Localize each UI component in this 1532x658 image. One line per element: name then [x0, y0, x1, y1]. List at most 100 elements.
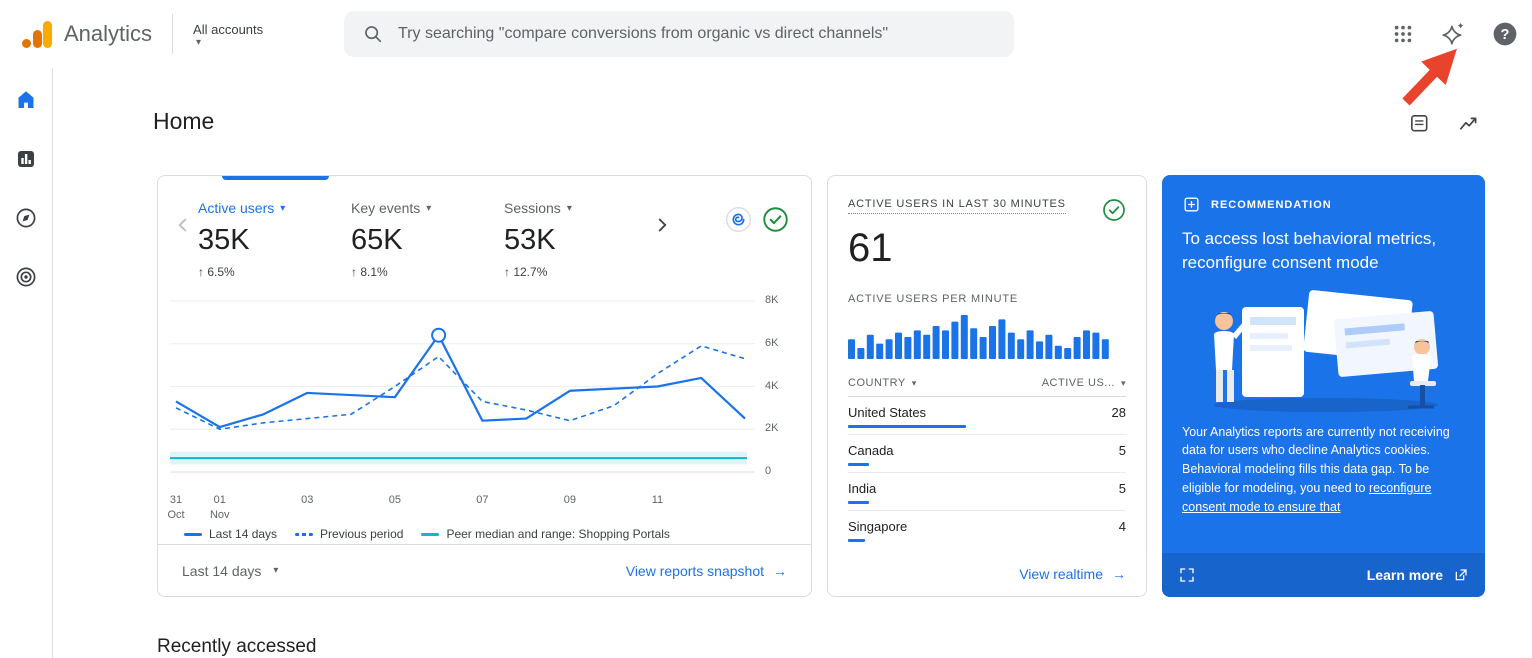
- sparkline-bar: [1064, 348, 1071, 359]
- sparkline-bar: [867, 335, 874, 359]
- legend-item: Previous period: [295, 527, 403, 541]
- country-value: 28: [1112, 405, 1126, 420]
- metric-tab-key-events[interactable]: Key events▾ 65K ↑ 8.1%: [351, 200, 504, 279]
- view-realtime-link[interactable]: View realtime →: [1019, 566, 1126, 582]
- realtime-header: ACTIVE USERS IN LAST 30 MINUTES: [848, 198, 1126, 222]
- help-icon[interactable]: ?: [1492, 21, 1518, 47]
- sparkline-bar: [848, 339, 855, 359]
- metric-tab-sessions[interactable]: Sessions▾ 53K ↑ 12.7%: [504, 200, 657, 279]
- external-link-icon: [1453, 567, 1469, 583]
- country-name: Singapore: [848, 519, 907, 534]
- chevron-right-icon[interactable]: [651, 214, 677, 241]
- realtime-card: ACTIVE USERS IN LAST 30 MINUTES 61 ACTIV…: [827, 175, 1147, 597]
- sparkline-bar: [989, 326, 996, 359]
- table-row[interactable]: United States28: [848, 405, 1126, 435]
- legend-swatch-solid: [184, 533, 202, 536]
- recently-accessed-heading: Recently accessed: [157, 636, 316, 658]
- sparkline-bar: [942, 330, 949, 359]
- header-divider: [172, 14, 173, 54]
- previous-period-line: [176, 346, 745, 429]
- header-actions: ?: [1392, 0, 1518, 68]
- main-content: Home Active users▾ 35K: [53, 68, 1532, 658]
- legend-swatch-dashed: [295, 533, 313, 536]
- chevron-down-icon: ▾: [1121, 378, 1126, 389]
- recommendation-label: RECOMMENDATION: [1211, 199, 1332, 211]
- realtime-title: ACTIVE USERS IN LAST 30 MINUTES: [848, 198, 1066, 214]
- learn-more-button[interactable]: Learn more: [1367, 567, 1469, 583]
- active-users-column-header[interactable]: ACTIVE US... ▾: [1042, 377, 1126, 389]
- search-input[interactable]: [398, 25, 996, 43]
- metric-value: 53K: [504, 224, 657, 257]
- sparkline-bar: [923, 335, 930, 359]
- nav-reports-icon[interactable]: [10, 143, 42, 175]
- sparkline-bar: [886, 339, 893, 359]
- metric-tab-active-users[interactable]: Active users▾ 35K ↑ 6.5%: [198, 200, 351, 279]
- gemini-sparkle-icon[interactable]: [1440, 21, 1466, 47]
- row-divider: [848, 510, 1126, 511]
- sparkline-bar: [1036, 341, 1043, 359]
- data-quality-check-icon[interactable]: [762, 206, 789, 233]
- table-row[interactable]: Canada5: [848, 443, 1126, 473]
- date-range-selector[interactable]: Last 14 days ▾: [182, 563, 278, 579]
- benchmarking-badge-icon[interactable]: [725, 206, 752, 233]
- legend-label: Last 14 days: [209, 527, 277, 541]
- country-column-header[interactable]: COUNTRY ▾: [848, 377, 917, 389]
- account-switcher[interactable]: All accounts ▾: [193, 22, 263, 46]
- left-nav-rail: [0, 68, 53, 658]
- table-row[interactable]: India5: [848, 481, 1126, 511]
- search-icon: [362, 23, 384, 45]
- sparkline-bar: [904, 337, 911, 359]
- arrow-right-icon: →: [773, 563, 787, 579]
- overview-card: Active users▾ 35K ↑ 6.5% Key events▾ 65K…: [157, 175, 812, 597]
- y-axis-labels: 02K4K6K8K: [765, 293, 797, 488]
- last-14-days-line: [176, 335, 745, 427]
- nav-explore-icon[interactable]: [10, 202, 42, 234]
- learn-more-label: Learn more: [1367, 567, 1443, 583]
- y-tick-label: 4K: [765, 380, 778, 392]
- analytics-logo[interactable]: Analytics: [0, 21, 152, 48]
- column-label: ACTIVE US...: [1042, 377, 1115, 389]
- chevron-down-icon: ▾: [273, 565, 278, 576]
- chevron-down-icon: ▾: [426, 203, 431, 214]
- sparkline-bar: [857, 348, 864, 359]
- view-reports-snapshot-link[interactable]: View reports snapshot →: [626, 563, 787, 579]
- sparkline-bar: [1083, 330, 1090, 359]
- row-divider: [848, 472, 1126, 473]
- cards-row: Active users▾ 35K ↑ 6.5% Key events▾ 65K…: [157, 175, 1485, 597]
- top-app-bar: Analytics All accounts ▾ ?: [0, 0, 1532, 68]
- card-badges: [725, 206, 793, 233]
- chevron-left-icon[interactable]: [172, 214, 198, 241]
- insights-icon[interactable]: [1457, 112, 1480, 135]
- metric-value: 65K: [351, 224, 504, 257]
- chevron-down-icon: ▾: [280, 203, 285, 214]
- search-bar[interactable]: [344, 11, 1014, 57]
- table-row[interactable]: Singapore4: [848, 519, 1126, 542]
- recommendation-footer: Learn more: [1162, 553, 1485, 597]
- sparkline-bar: [951, 322, 958, 359]
- nav-home-icon[interactable]: [10, 84, 42, 116]
- sparkline-bar: [970, 328, 977, 359]
- peak-marker: [432, 329, 445, 342]
- sparkline-bar: [1027, 330, 1034, 359]
- recommendation-card: RECOMMENDATION To access lost behavioral…: [1162, 175, 1485, 597]
- x-axis-labels: 31Oct01Nov0305070911: [170, 491, 755, 521]
- y-tick-label: 8K: [765, 294, 778, 306]
- metric-delta: ↑ 12.7%: [504, 265, 657, 279]
- apps-grid-icon[interactable]: [1392, 23, 1414, 45]
- chevron-down-icon: ▾: [567, 203, 572, 214]
- data-quality-check-icon[interactable]: [1102, 198, 1126, 222]
- recommendation-body: Your Analytics reports are currently not…: [1182, 423, 1465, 517]
- svg-text:?: ?: [1501, 27, 1510, 43]
- sparkline-bar: [1055, 346, 1062, 359]
- link-label: View reports snapshot: [626, 563, 764, 579]
- nav-advertising-icon[interactable]: [10, 261, 42, 293]
- y-tick-label: 0: [765, 465, 771, 477]
- x-tick-label: 09: [564, 493, 576, 508]
- metric-delta: ↑ 6.5%: [198, 265, 351, 279]
- sparkline-bar: [1008, 333, 1015, 359]
- note-icon[interactable]: [1408, 112, 1431, 135]
- legend-label: Peer median and range: Shopping Portals: [446, 527, 669, 541]
- expand-icon[interactable]: [1178, 566, 1196, 584]
- sparkline-bar: [998, 319, 1005, 359]
- country-value: 5: [1119, 443, 1126, 458]
